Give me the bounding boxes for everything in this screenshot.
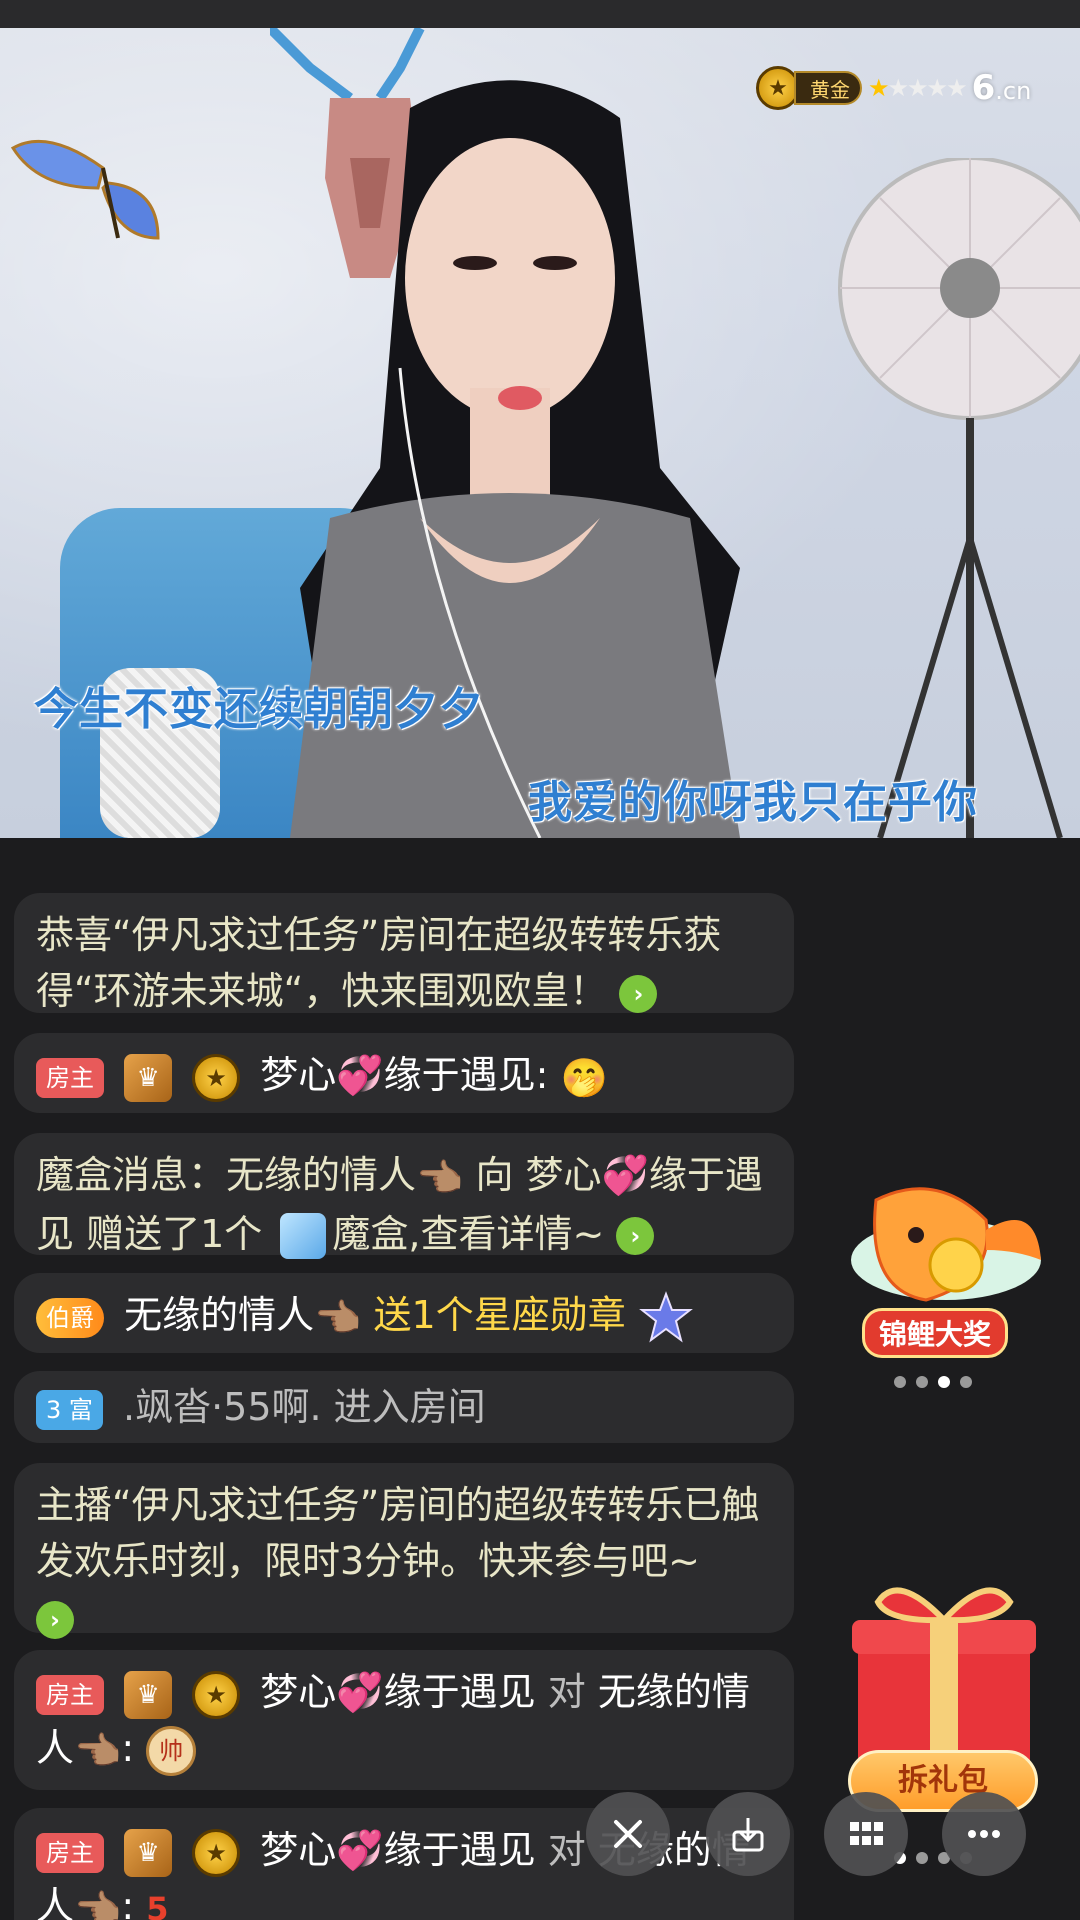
koi-prize-label: 锦鲤大奖 [862, 1308, 1009, 1358]
download-button[interactable] [706, 1792, 790, 1876]
gift-message[interactable]: 魔盒消息：无缘的情人👈🏽 向 梦心💞缘于遇见 赠送了1个 魔盒,查看详情~ › [14, 1133, 794, 1259]
more-button[interactable] [942, 1792, 1026, 1876]
level-label: 黄金 [794, 71, 862, 105]
system-message[interactable]: 主播“伊凡求过任务”房间的超级转转乐已触发欢乐时刻，限时3分钟。快来参与吧~ › [14, 1463, 794, 1639]
chat-message[interactable]: 房主 ♛ ★ 梦心💞缘于遇见 对 无缘的情人👈🏽: 帅 [14, 1650, 794, 1790]
username[interactable]: 无缘的情人 [124, 1293, 314, 1337]
rank-icon: ♛ [124, 1670, 173, 1719]
gift-message[interactable]: 伯爵 无缘的情人👈🏽 送1个星座勋章 [14, 1273, 794, 1353]
host-tag: 房主 [36, 1832, 104, 1873]
enter-message[interactable]: 3 富 .飒沓·55啊. 进入房间 [14, 1371, 794, 1443]
download-icon [732, 1818, 764, 1852]
wealth-level-tag: 3 富 [36, 1389, 103, 1430]
blush-emoji-icon: 🤭 [560, 1055, 608, 1100]
host-tag: 房主 [36, 1057, 104, 1098]
site-logo: 6.cn [971, 68, 1032, 108]
gift-pack-widget[interactable]: 拆礼包 [838, 1572, 1050, 1822]
heart-icon: 💞 [601, 1153, 649, 1197]
lyric-line-2: 我爱的你呀我只在乎你 [528, 777, 978, 828]
koi-prize-widget[interactable]: 锦鲤大奖 [836, 1180, 1056, 1360]
koi-fish-icon [851, 1187, 1041, 1302]
go-arrow-icon[interactable]: › [36, 1600, 74, 1639]
crown-icon: ★ [192, 1670, 241, 1719]
more-icon [968, 1830, 1000, 1838]
username[interactable]: 梦心 [260, 1670, 336, 1714]
level-medal-icon: 5 [146, 1889, 169, 1920]
constellation-medal-icon [638, 1290, 693, 1342]
anchor-level-badge[interactable]: ★ 黄金 ★★★★★ 6.cn [756, 66, 1031, 110]
heart-icon: 💞 [336, 1670, 384, 1714]
live-video[interactable]: ★ 黄金 ★★★★★ 6.cn 今生不变还续朝朝夕夕 我爱的你呀我只在乎你 [0, 28, 1080, 838]
username[interactable]: 梦心 [260, 1828, 336, 1872]
crown-icon: ★ [192, 1828, 241, 1877]
system-message[interactable]: 恭喜“伊凡求过任务”房间在超级转转乐获得“环游未来城“，快来围观欧皇！ › [14, 893, 794, 1013]
go-arrow-icon[interactable]: › [619, 974, 658, 1013]
heart-icon: 💞 [336, 1828, 384, 1872]
rank-icon: ♛ [124, 1053, 173, 1102]
go-arrow-icon[interactable]: › [616, 1217, 655, 1255]
gift-text: 送1个星座勋章 [373, 1293, 626, 1337]
pointing-hand-icon: 👈🏽 [74, 1886, 122, 1920]
lyric-line-1: 今生不变还续朝朝夕夕 [34, 684, 484, 735]
grid-icon [850, 1822, 883, 1845]
magic-box-icon [280, 1213, 327, 1259]
host-tag: 房主 [36, 1674, 104, 1715]
share-button[interactable] [586, 1792, 670, 1876]
gift-box-icon [852, 1587, 1036, 1772]
cross-icon [614, 1820, 642, 1848]
pointing-hand-icon: 👈🏽 [416, 1155, 464, 1200]
pointing-hand-icon: 👈🏽 [314, 1295, 362, 1340]
butterfly-icon [10, 139, 160, 240]
crown-icon: ★ [192, 1053, 241, 1102]
shuai-emoji-icon: 帅 [146, 1725, 197, 1776]
grid-menu-button[interactable] [824, 1792, 908, 1876]
status-strip [0, 0, 1080, 28]
heart-icon: 💞 [336, 1053, 384, 1097]
chat-message[interactable]: 房主 ♛ ★ 梦心💞缘于遇见 对 无缘的情人👈🏽: 5 [14, 1808, 794, 1920]
username[interactable]: 梦心 [260, 1053, 336, 1097]
baron-tag: 伯爵 [36, 1297, 104, 1338]
pointing-hand-icon: 👈🏽 [74, 1728, 122, 1773]
studio-lamp-decor [838, 158, 1080, 838]
chat-message[interactable]: 房主 ♛ ★ 梦心💞缘于遇见: 🤭 [14, 1033, 794, 1113]
carousel-indicator [894, 1376, 972, 1388]
level-stars: ★★★★★ [868, 74, 968, 102]
rank-icon: ♛ [124, 1828, 173, 1877]
